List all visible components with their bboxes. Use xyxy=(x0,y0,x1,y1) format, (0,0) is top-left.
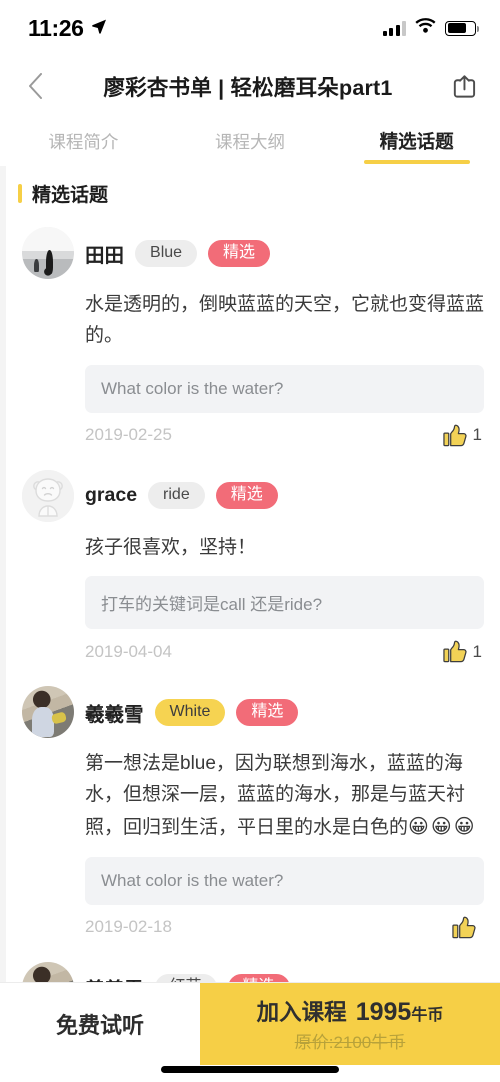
comment-text: 孩子很喜欢，坚持！ xyxy=(85,536,257,558)
join-course-main-row: 加入课程 1995牛币 xyxy=(257,995,444,1027)
comment-question: What color is the water? xyxy=(85,364,484,413)
status-bar-right xyxy=(382,18,479,38)
thumbs-up-icon xyxy=(452,916,476,938)
comment-date: 2019-02-25 xyxy=(85,425,172,445)
section-header: 精选话题 xyxy=(6,166,500,221)
comment-header: grace ride 精选 xyxy=(22,469,484,522)
comment-date: 2019-04-04 xyxy=(85,641,172,661)
free-trial-button[interactable]: 免费试听 xyxy=(0,983,200,1065)
comment-footer: 2019-04-04 1 xyxy=(85,639,484,680)
featured-badge: 精选 xyxy=(208,239,271,267)
comment-text: 水是透明的，倒映蓝蓝的天空，它就也变得蓝蓝的。 xyxy=(85,294,485,346)
comment-tag-badge: ride xyxy=(148,482,205,510)
comment-footer: 2019-02-18 xyxy=(85,915,484,956)
battery-icon xyxy=(445,20,479,36)
like-button[interactable] xyxy=(452,915,484,940)
join-course-price: 1995 xyxy=(355,998,412,1026)
avatar-xixixue[interactable] xyxy=(22,686,74,739)
status-time: 11:26 xyxy=(28,14,84,41)
tab-label: 课程简介 xyxy=(48,131,119,152)
comment-header: 田田 Blue 精选 xyxy=(22,227,484,279)
comment-tag-badge: White xyxy=(154,698,226,726)
comment-tag-badge: Blue xyxy=(135,239,198,267)
status-bar: 11:26 xyxy=(0,0,500,56)
tab-underline-active xyxy=(363,160,470,164)
page-title: 廖彩杏书单 | 轻松磨耳朵part1 xyxy=(103,75,393,100)
thumbs-up-icon xyxy=(442,640,467,663)
home-indicator xyxy=(161,1066,339,1073)
featured-badge: 精选 xyxy=(236,698,299,726)
comment-author: 田田 xyxy=(85,244,125,267)
comment-header: 羲羲雪 White 精选 xyxy=(22,686,484,739)
comment-item: 羲羲雪 White 精选 第一想法是blue，因为联想到海水，蓝蓝的海水，但想深… xyxy=(6,680,500,955)
avatar-grace[interactable] xyxy=(22,469,74,522)
tab-label: 精选话题 xyxy=(379,131,454,152)
comment-author: grace xyxy=(85,484,138,507)
tab-course-outline[interactable]: 课程大纲 xyxy=(167,116,334,166)
cellular-signal-icon xyxy=(382,20,406,36)
comment-emojis: 😀😀😀 xyxy=(408,815,477,838)
comment-footer: 2019-02-25 1 xyxy=(85,423,484,464)
app-screen: 11:26 廖彩杏书单 | 轻松磨耳朵part1 课程简介 课程大纲 精选话题 … xyxy=(0,0,500,1082)
location-arrow-icon xyxy=(91,18,107,39)
comment-date: 2019-02-18 xyxy=(85,917,172,937)
navbar: 廖彩杏书单 | 轻松磨耳朵part1 xyxy=(0,56,500,116)
join-course-price-unit: 牛币 xyxy=(411,1007,444,1024)
like-count: 1 xyxy=(472,425,482,445)
avatar-tiantian[interactable] xyxy=(22,227,74,279)
like-count: 1 xyxy=(472,641,482,661)
like-button[interactable]: 1 xyxy=(442,639,484,664)
share-icon xyxy=(453,74,475,98)
comment-question: What color is the water? xyxy=(85,856,484,905)
thumbs-up-icon xyxy=(442,424,467,446)
comment-question: 打车的关键词是call 还是ride? xyxy=(85,576,484,630)
join-course-button[interactable]: 加入课程 1995牛币 原价:2100牛币 xyxy=(200,983,500,1065)
tab-label: 课程大纲 xyxy=(215,131,285,152)
tab-bar: 课程简介 课程大纲 精选话题 xyxy=(0,116,500,166)
cartoon-bear-avatar-icon xyxy=(33,477,63,517)
tab-featured-topics[interactable]: 精选话题 xyxy=(333,116,500,166)
join-course-label: 加入课程 xyxy=(256,1000,347,1025)
comment-item: grace ride 精选 孩子很喜欢，坚持！ 打车的关键词是call 还是ri… xyxy=(6,464,500,681)
status-bar-left: 11:26 xyxy=(28,15,107,42)
comment-item: 田田 Blue 精选 水是透明的，倒映蓝蓝的天空，它就也变得蓝蓝的。 What … xyxy=(6,221,500,464)
content-scroll-area[interactable]: 精选话题 田田 Blue 精选 水是透明的，倒映蓝蓝的天空，它就也变得蓝蓝的。 … xyxy=(0,166,500,1082)
section-accent-bar xyxy=(18,184,22,203)
comment-author: 羲羲雪 xyxy=(85,703,144,726)
like-button[interactable]: 1 xyxy=(442,423,484,448)
back-button[interactable] xyxy=(18,64,52,108)
wifi-icon xyxy=(415,18,436,38)
featured-badge: 精选 xyxy=(215,482,278,510)
original-price-label: 原价:2100牛币 xyxy=(294,1033,406,1052)
section-title: 精选话题 xyxy=(32,185,109,206)
join-course-price-group: 1995牛币 xyxy=(356,998,444,1027)
chevron-left-icon xyxy=(28,73,42,99)
share-button[interactable] xyxy=(444,64,482,108)
tab-course-intro[interactable]: 课程简介 xyxy=(0,116,167,166)
comment-text: 第一想法是blue，因为联想到海水，蓝蓝的海水，但想深一层，蓝蓝的海水，那是与蓝… xyxy=(85,738,484,843)
